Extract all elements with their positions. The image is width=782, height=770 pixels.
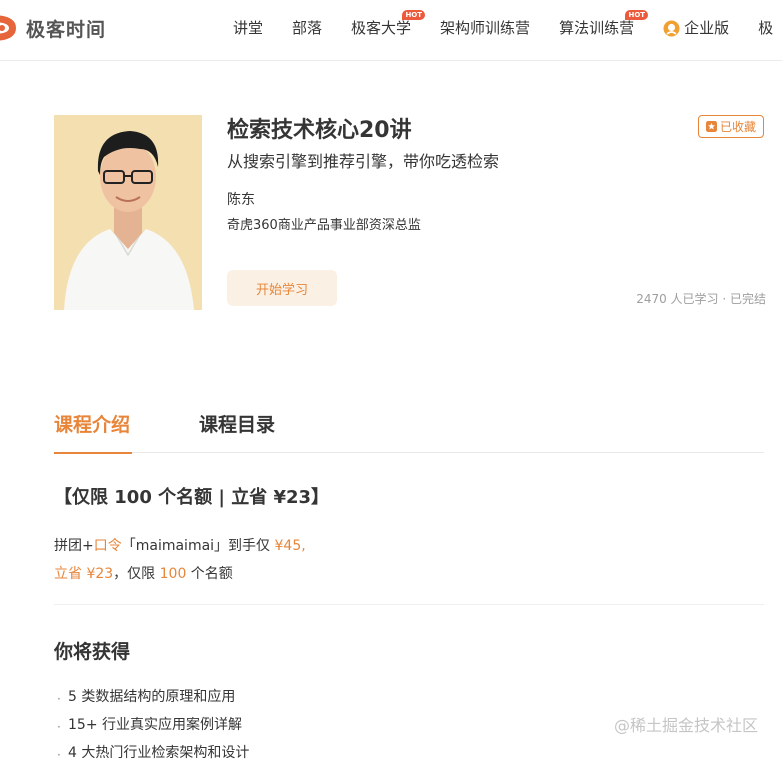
watermark: @稀土掘金技术社区	[614, 716, 759, 735]
nav-item-architect-camp[interactable]: 架构师训练营	[440, 0, 530, 56]
promo-title: 【仅限 100 个名额 | 立省 ¥23】	[54, 487, 330, 508]
promo-text: ，仅限	[113, 566, 160, 582]
hot-badge: HOT	[625, 10, 649, 20]
nav-item-algorithm-camp[interactable]: 算法训练营 HOT	[559, 0, 649, 56]
nav-item-label: 极	[758, 19, 774, 37]
bullet-icon: ·	[57, 692, 61, 706]
learner-count: 2470 人已学习 · 已完结	[636, 292, 766, 306]
top-navbar: 极客时间 讲堂 部落 极客大学 HOT 架构师训练营 算法训练营 HOT 企业版	[0, 0, 782, 61]
promo-line-2: 立省 ¥23，仅限 100 个名额	[54, 563, 233, 583]
list-item: · 5 类数据结构的原理和应用	[54, 686, 249, 714]
enterprise-icon	[663, 20, 680, 36]
nav-item-label: 部落	[292, 19, 323, 37]
hot-badge: HOT	[402, 10, 426, 20]
start-learning-button[interactable]: 开始学习	[227, 270, 337, 306]
gain-text: 5 类数据结构的原理和应用	[68, 689, 236, 705]
tab-course-intro[interactable]: 课程介绍	[54, 410, 133, 454]
logo-icon	[0, 15, 16, 41]
promo-quota: 100	[159, 566, 187, 582]
course-title: 检索技术核心20讲	[227, 118, 412, 143]
nav-item-label: 讲堂	[233, 19, 264, 37]
nav-item-university[interactable]: 极客大学 HOT	[351, 0, 426, 56]
nav-item-label: 极客大学	[351, 19, 412, 37]
tab-course-catalog[interactable]: 课程目录	[199, 410, 275, 450]
author-portrait	[54, 115, 202, 310]
nav-item-label: 架构师训练营	[440, 19, 531, 37]
course-tabs: 课程介绍 课程目录	[54, 404, 764, 454]
section-divider	[54, 604, 764, 605]
nav-item-more[interactable]: 极	[758, 0, 773, 56]
promo-price: ¥45,	[274, 538, 306, 554]
bullet-icon: ·	[57, 748, 61, 762]
gain-text: 4 大热门行业检索架构和设计	[68, 745, 250, 761]
promo-text: 个名额	[186, 566, 233, 582]
nav-item-tribe[interactable]: 部落	[292, 0, 322, 56]
author-name: 陈东	[227, 192, 255, 208]
course-subtitle: 从搜索引擎到推荐引擎，带你吃透检索	[227, 152, 500, 171]
nav-item-enterprise[interactable]: 企业版	[663, 0, 729, 56]
bullet-icon: ·	[57, 720, 61, 734]
logo-text: 极客时间	[26, 18, 107, 41]
nav-item-lecture[interactable]: 讲堂	[233, 0, 263, 56]
promo-text: 「maimaimai」到手仅	[121, 538, 275, 554]
star-icon	[705, 121, 717, 132]
favorite-label: 已收藏	[719, 120, 756, 134]
author-title: 奇虎360商业产品事业部资深总监	[227, 218, 421, 233]
nav-item-label: 企业版	[684, 19, 730, 37]
gains-list: · 5 类数据结构的原理和应用 · 15+ 行业真实应用案例详解 · 4 大热门行业检…	[54, 686, 249, 770]
gains-heading: 你将获得	[54, 641, 131, 663]
list-item: · 15+ 行业真实应用案例详解	[54, 714, 249, 742]
logo[interactable]: 极客时间	[0, 13, 106, 43]
favorite-button[interactable]: 已收藏	[698, 115, 764, 138]
promo-line-1: 拼团+口令「maimaimai」到手仅 ¥45,	[54, 535, 306, 555]
promo-text: 拼团+	[54, 538, 94, 554]
gain-text: 15+ 行业真实应用案例详解	[68, 717, 242, 733]
course-cover-image	[54, 115, 202, 310]
promo-saving: 立省 ¥23	[54, 566, 114, 582]
main-nav: 讲堂 部落 极客大学 HOT 架构师训练营 算法训练营 HOT 企业版 极	[233, 0, 782, 56]
nav-item-label: 算法训练营	[559, 19, 635, 37]
promo-highlight: 口令	[93, 538, 122, 554]
list-item: · 4 大热门行业检索架构和设计	[54, 742, 249, 770]
